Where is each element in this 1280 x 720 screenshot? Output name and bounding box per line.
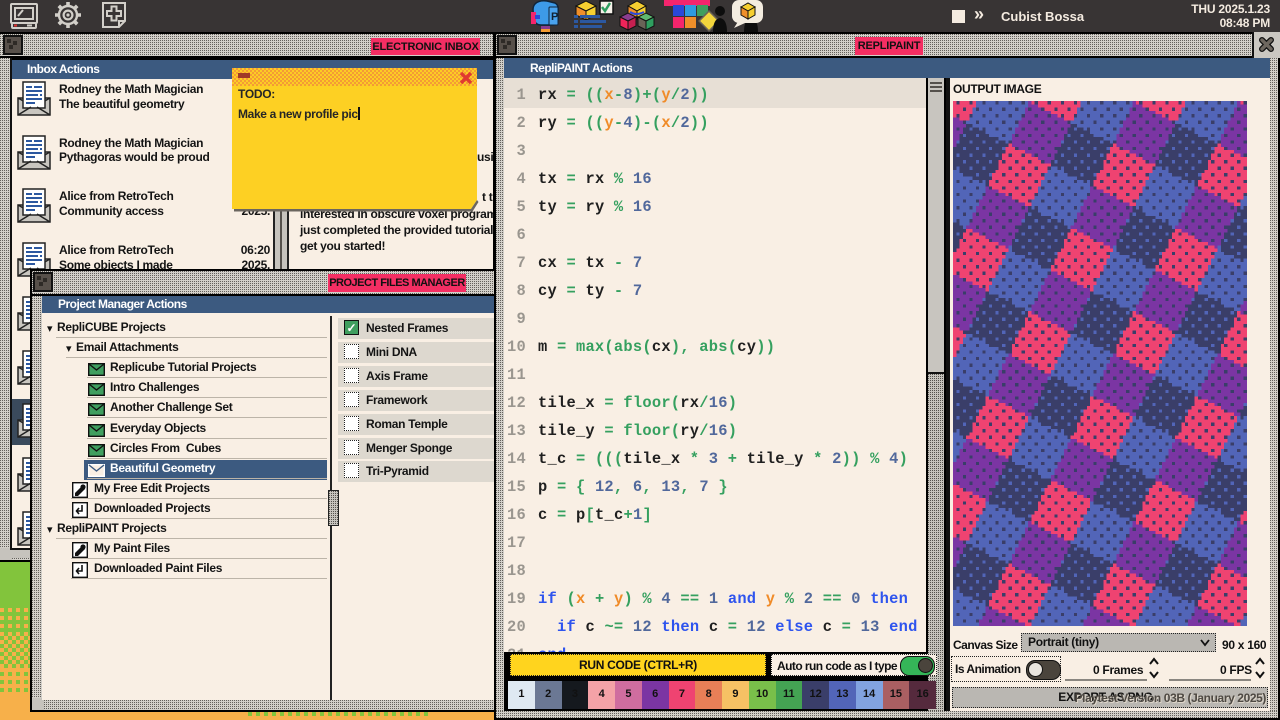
svg-text:P: P [551,11,558,23]
